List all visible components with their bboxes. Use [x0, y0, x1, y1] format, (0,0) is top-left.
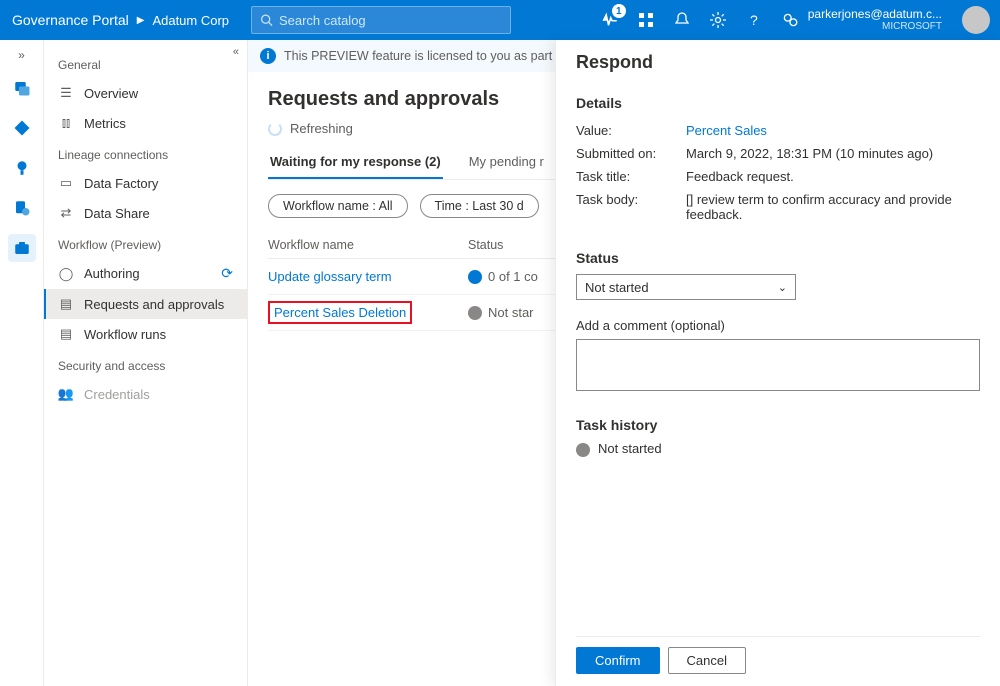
comment-label: Add a comment (optional)	[576, 318, 980, 333]
tenant-name: MICROSOFT	[808, 21, 942, 33]
filter-time[interactable]: Time : Last 30 d	[420, 194, 539, 218]
left-rail: »	[0, 40, 44, 686]
people-icon: 👥	[58, 386, 74, 402]
spinner-icon	[268, 122, 282, 136]
status-select[interactable]: Not started ⌄	[576, 274, 796, 300]
feedback-icon[interactable]	[772, 0, 808, 40]
section-general: General	[44, 48, 247, 78]
rail-insights-icon[interactable]	[8, 154, 36, 182]
cycle-icon: ◯	[58, 266, 74, 282]
chevron-down-icon: ⌄	[778, 281, 787, 294]
side-nav: « General ☰Overview ⫾⫾Metrics Lineage co…	[44, 40, 248, 686]
row-link[interactable]: Update glossary term	[268, 269, 392, 284]
respond-panel: Respond Details Value:Percent Sales Subm…	[555, 40, 1000, 686]
filter-workflow[interactable]: Workflow name : All	[268, 194, 408, 218]
rail-policy-icon[interactable]	[8, 194, 36, 222]
submitted-value: March 9, 2022, 18:31 PM (10 minutes ago)	[686, 146, 980, 161]
portal-name[interactable]: Governance Portal	[12, 12, 129, 28]
task-title-value: Feedback request.	[686, 169, 980, 184]
section-workflow: Workflow (Preview)	[44, 228, 247, 258]
status-heading: Status	[576, 250, 980, 266]
doc-icon: ▤	[58, 296, 74, 312]
nav-data-share[interactable]: ⇄Data Share	[44, 198, 247, 228]
tab-waiting[interactable]: Waiting for my response (2)	[268, 146, 443, 179]
search-input[interactable]	[279, 13, 502, 28]
notif-badge: 1	[612, 4, 626, 18]
value-label: Value:	[576, 123, 686, 138]
section-lineage: Lineage connections	[44, 138, 247, 168]
row-link[interactable]: Percent Sales Deletion	[274, 305, 406, 320]
col-workflow: Workflow name	[268, 238, 468, 252]
task-body-label: Task body:	[576, 192, 686, 222]
list-icon: ☰	[58, 85, 74, 101]
chevron-right-icon: ▶	[137, 15, 145, 26]
avatar[interactable]	[962, 6, 990, 34]
status-dot-icon	[576, 443, 590, 457]
refresh-icon[interactable]: ⟳	[221, 265, 233, 282]
nav-overview[interactable]: ☰Overview	[44, 78, 247, 108]
search-box[interactable]	[251, 6, 511, 34]
nav-metrics[interactable]: ⫾⫾Metrics	[44, 108, 247, 138]
rail-map-icon[interactable]	[8, 114, 36, 142]
submitted-label: Submitted on:	[576, 146, 686, 161]
status-dot-icon	[468, 306, 482, 320]
nav-runs[interactable]: ▤Workflow runs	[44, 319, 247, 349]
history-item: Not started	[576, 441, 980, 457]
cancel-button[interactable]: Cancel	[668, 647, 746, 674]
nav-authoring[interactable]: ◯Authoring⟳	[44, 258, 247, 289]
org-name[interactable]: Adatum Corp	[152, 13, 229, 28]
gear-icon[interactable]	[700, 0, 736, 40]
apps-icon[interactable]	[628, 0, 664, 40]
info-icon: i	[260, 48, 276, 64]
account-block[interactable]: parkerjones@adatum.c... MICROSOFT	[808, 7, 952, 33]
bell-icon[interactable]	[664, 0, 700, 40]
diagnostics-icon[interactable]: 1	[592, 0, 628, 40]
status-dot-icon	[468, 270, 482, 284]
section-security: Security and access	[44, 349, 247, 379]
rail-management-icon[interactable]	[8, 234, 36, 262]
banner-text: This PREVIEW feature is licensed to you …	[284, 49, 576, 63]
comment-textarea[interactable]	[576, 339, 980, 391]
top-bar: Governance Portal ▶ Adatum Corp 1 ? park…	[0, 0, 1000, 40]
expand-icon[interactable]: »	[18, 48, 25, 62]
history-heading: Task history	[576, 417, 980, 433]
status-select-value: Not started	[585, 280, 649, 295]
runs-icon: ▤	[58, 326, 74, 342]
share-icon: ⇄	[58, 205, 74, 221]
nav-data-factory[interactable]: ▭Data Factory	[44, 168, 247, 198]
svg-text:?: ?	[750, 12, 758, 28]
search-icon	[260, 13, 273, 27]
factory-icon: ▭	[58, 175, 74, 191]
collapse-icon[interactable]: «	[233, 46, 239, 58]
task-body-value: [] review term to confirm accuracy and p…	[686, 192, 980, 222]
nav-credentials[interactable]: 👥Credentials	[44, 379, 247, 409]
details-heading: Details	[576, 95, 980, 111]
user-email: parkerjones@adatum.c...	[808, 7, 942, 21]
confirm-button[interactable]: Confirm	[576, 647, 660, 674]
nav-requests[interactable]: ▤Requests and approvals	[44, 289, 247, 319]
panel-title: Respond	[576, 52, 980, 73]
tab-pending[interactable]: My pending r	[467, 146, 546, 179]
rail-sources-icon[interactable]	[8, 74, 36, 102]
help-icon[interactable]: ?	[736, 0, 772, 40]
col-status: Status	[468, 238, 568, 252]
breadcrumb: Governance Portal ▶ Adatum Corp	[0, 12, 241, 28]
value-link[interactable]: Percent Sales	[686, 123, 980, 138]
chart-icon: ⫾⫾	[58, 115, 74, 131]
task-title-label: Task title:	[576, 169, 686, 184]
